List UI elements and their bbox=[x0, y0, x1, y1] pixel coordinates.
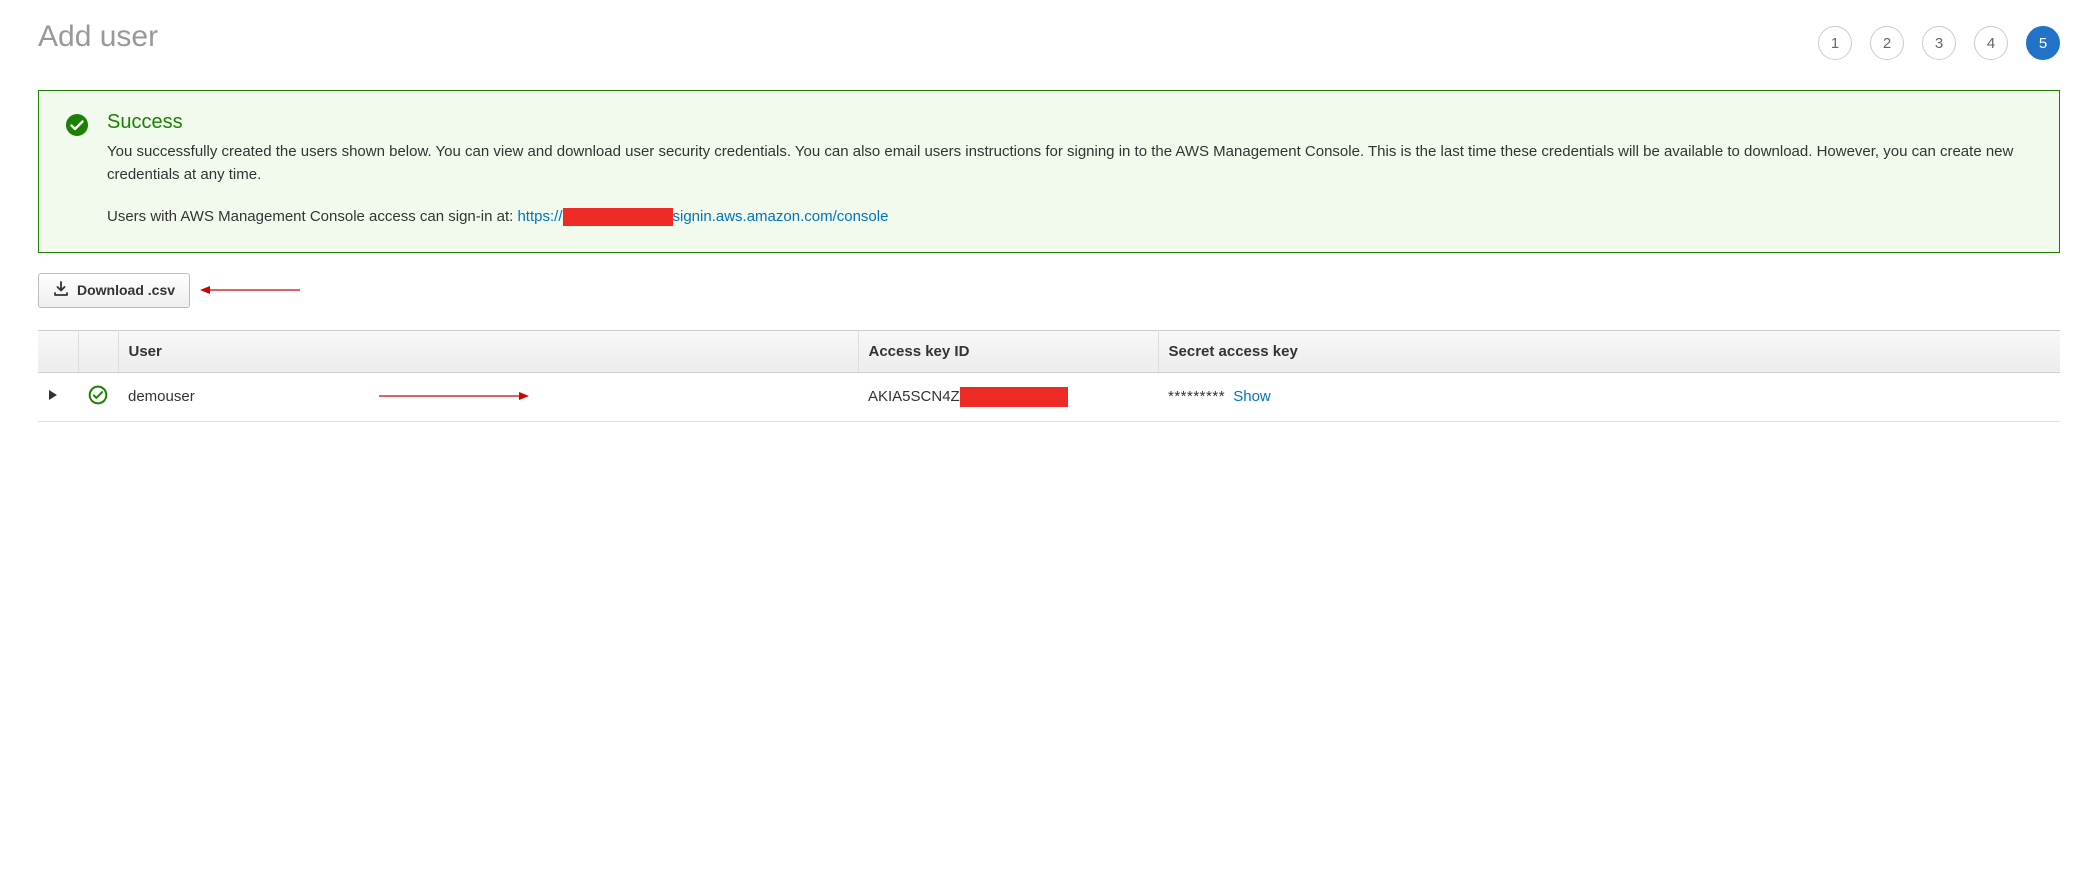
step-4[interactable]: 4 bbox=[1974, 26, 2008, 60]
step-3[interactable]: 3 bbox=[1922, 26, 1956, 60]
access-key-id-cell: AKIA5SCN4Z bbox=[868, 388, 960, 405]
show-secret-link[interactable]: Show bbox=[1233, 388, 1271, 405]
alert-title: Success bbox=[107, 111, 2033, 134]
step-2[interactable]: 2 bbox=[1870, 26, 1904, 60]
col-expand bbox=[38, 330, 78, 372]
users-table: User Access key ID Secret access key bbox=[38, 330, 2060, 422]
redacted-access-key-tail bbox=[960, 387, 1068, 407]
table-row: demouser AKIA5SCN4Z ********* Show bbox=[38, 372, 2060, 421]
signin-prefix-text: Users with AWS Management Console access… bbox=[107, 208, 517, 225]
signin-url-link[interactable]: https://signin.aws.amazon.com/console bbox=[517, 208, 888, 225]
col-secret-access-key-header: Secret access key bbox=[1158, 330, 2060, 372]
col-access-key-id-header: Access key ID bbox=[858, 330, 1158, 372]
row-status-check-icon bbox=[88, 385, 108, 405]
success-alert: Success You successfully created the use… bbox=[38, 90, 2060, 253]
wizard-stepper: 1 2 3 4 5 bbox=[1818, 26, 2060, 60]
download-icon bbox=[53, 281, 69, 300]
success-check-icon bbox=[65, 113, 89, 228]
secret-masked-cell: ********* bbox=[1168, 388, 1225, 405]
col-user-header: User bbox=[118, 330, 858, 372]
page-title: Add user bbox=[38, 20, 158, 54]
redacted-account-id bbox=[563, 208, 673, 226]
alert-signin-line: Users with AWS Management Console access… bbox=[107, 205, 2033, 228]
download-csv-label: Download .csv bbox=[77, 282, 175, 298]
username-cell: demouser bbox=[128, 388, 195, 405]
col-status bbox=[78, 330, 118, 372]
annotation-arrow-icon bbox=[379, 389, 529, 406]
step-5[interactable]: 5 bbox=[2026, 26, 2060, 60]
step-1[interactable]: 1 bbox=[1818, 26, 1852, 60]
alert-body-text: You successfully created the users shown… bbox=[107, 140, 2033, 187]
download-csv-button[interactable]: Download .csv bbox=[38, 273, 190, 308]
annotation-arrow-icon bbox=[200, 283, 300, 297]
expand-row-icon[interactable] bbox=[48, 388, 58, 405]
